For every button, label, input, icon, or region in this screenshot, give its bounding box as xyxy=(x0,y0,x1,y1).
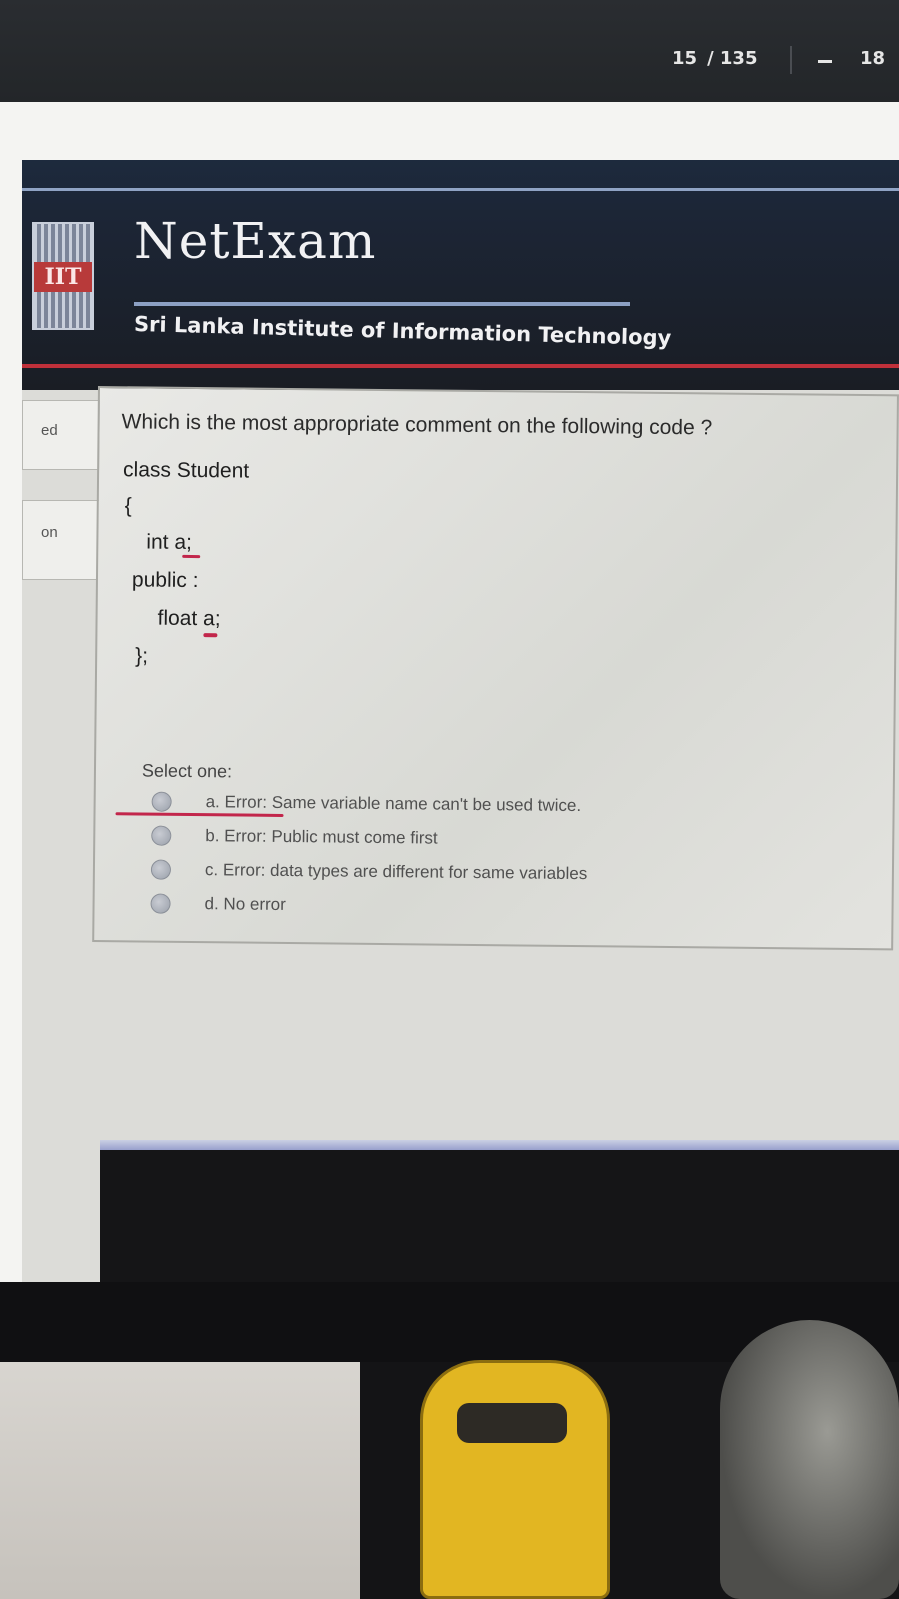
sidebar-item-question[interactable]: on xyxy=(22,500,100,580)
answer-option-d[interactable]: d. No error xyxy=(150,889,750,925)
netexam-header: IIT NetExam Sri Lanka Institute of Infor… xyxy=(22,160,899,390)
taskbar-area xyxy=(100,1150,899,1282)
header-accent-line xyxy=(22,364,899,368)
sidebar-item-status[interactable]: ed xyxy=(22,400,100,470)
logo-text: IIT xyxy=(34,262,92,292)
sidebar-item-label: on xyxy=(41,524,58,541)
toolbar-divider xyxy=(790,46,792,74)
exam-screen-photo: IIT NetExam Sri Lanka Institute of Infor… xyxy=(22,160,899,1282)
header-top-line xyxy=(22,188,899,191)
code-line: int a; xyxy=(146,530,193,554)
code-line: float a; xyxy=(157,606,221,631)
zoom-level[interactable]: 18 xyxy=(860,48,885,69)
code-line: class Student xyxy=(123,458,250,483)
institute-logo: IIT xyxy=(32,222,94,330)
pen-underline-mark xyxy=(203,633,218,638)
select-one-label: Select one: xyxy=(141,760,233,782)
code-line: { xyxy=(124,494,132,518)
answer-option-a[interactable]: a. Error: Same variable name can't be us… xyxy=(151,787,751,823)
answer-option-b[interactable]: b. Error: Public must come first xyxy=(151,821,751,857)
desk-light-area xyxy=(0,1362,360,1599)
question-card: Which is the most appropriate comment on… xyxy=(92,386,899,951)
sidebar-item-label: ed xyxy=(41,422,58,439)
radio-button-icon[interactable] xyxy=(150,893,171,914)
question-prompt: Which is the most appropriate comment on… xyxy=(121,410,713,440)
radio-button-icon[interactable] xyxy=(150,859,172,880)
zoom-out-icon[interactable] xyxy=(818,60,832,63)
radio-button-icon[interactable] xyxy=(151,791,172,812)
toy-car-image xyxy=(420,1360,610,1599)
current-page-number[interactable]: 15 xyxy=(672,48,697,69)
option-label: b. Error: Public must come first xyxy=(205,826,438,848)
statue-figurine-image xyxy=(720,1320,899,1599)
page-title: NetExam xyxy=(134,212,377,270)
pdf-viewer-toolbar: 15 / 135 18 xyxy=(0,0,899,102)
radio-button-icon[interactable] xyxy=(151,825,172,846)
answer-option-c[interactable]: c. Error: data types are different for s… xyxy=(150,855,751,891)
option-label: c. Error: data types are different for s… xyxy=(204,860,588,884)
code-line: public : xyxy=(131,568,199,593)
title-divider xyxy=(134,302,630,306)
option-label: d. No error xyxy=(204,894,286,914)
code-line: }; xyxy=(135,644,149,668)
institute-name: Sri Lanka Institute of Information Techn… xyxy=(133,312,672,351)
option-label: a. Error: Same variable name can't be us… xyxy=(205,792,582,816)
total-pages: / 135 xyxy=(707,48,758,69)
page-counter[interactable]: 15 / 135 xyxy=(672,48,757,69)
pen-underline-mark xyxy=(182,554,201,559)
toy-car-window xyxy=(457,1403,567,1443)
